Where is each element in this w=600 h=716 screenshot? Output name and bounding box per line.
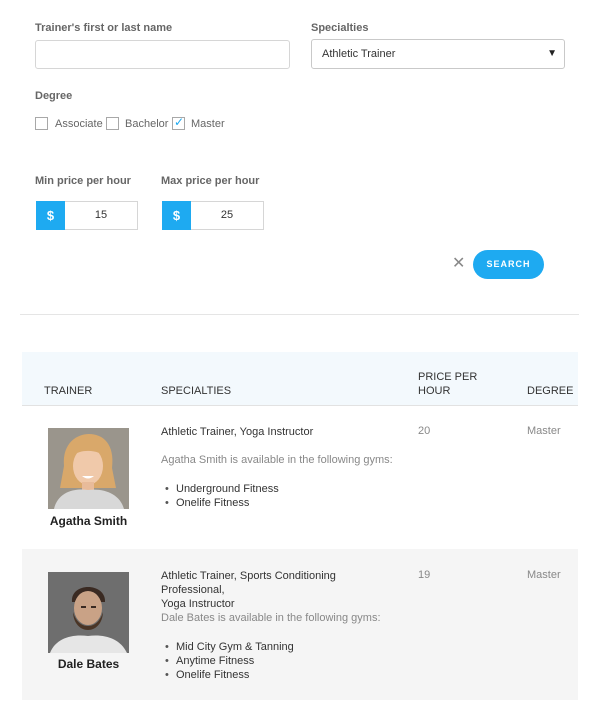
- table-row: Dale Bates Athletic Trainer, Sports Cond…: [22, 549, 578, 700]
- degree-label: Degree: [35, 90, 73, 102]
- trainer-specialties: Athletic Trainer, Sports Conditioning Pr…: [161, 570, 336, 610]
- header-trainer: TRAINER: [44, 385, 93, 397]
- list-item: Onelife Fitness: [165, 496, 279, 510]
- chevron-down-icon: ▼: [547, 48, 557, 59]
- list-item: Anytime Fitness: [165, 654, 294, 668]
- degree-value: Master: [527, 425, 561, 437]
- close-icon[interactable]: ✕: [452, 256, 465, 272]
- avatar: [48, 428, 129, 509]
- min-price-label: Min price per hour: [35, 175, 131, 187]
- degree-master-label: Master: [191, 118, 225, 130]
- trainer-name[interactable]: Dale Bates: [22, 657, 155, 671]
- trainer-specialties: Athletic Trainer, Yoga Instructor: [161, 426, 314, 438]
- gym-list: Mid City Gym & Tanning Anytime Fitness O…: [165, 640, 294, 682]
- min-price-value[interactable]: 15: [65, 202, 137, 229]
- availability-text: Dale Bates is available in the following…: [161, 612, 381, 624]
- specialties-select[interactable]: Athletic Trainer ▼: [311, 39, 565, 69]
- price-value: 19: [418, 569, 431, 581]
- availability-text: Agatha Smith is available in the followi…: [161, 454, 393, 466]
- specialties-label: Specialties: [311, 22, 369, 34]
- table-header: TRAINER SPECIALTIES PRICE PER HOUR DEGRE…: [22, 352, 578, 406]
- trainer-name-label: Trainer's first or last name: [35, 22, 173, 34]
- header-degree: DEGREE: [527, 385, 574, 397]
- list-item: Underground Fitness: [165, 482, 279, 496]
- specialties-selected-value: Athletic Trainer: [322, 48, 396, 60]
- search-button[interactable]: SEARCH: [473, 250, 544, 279]
- gym-list: Underground Fitness Onelife Fitness: [165, 482, 279, 510]
- trainer-name-input[interactable]: [35, 40, 290, 69]
- table-row: Agatha Smith Athletic Trainer, Yoga Inst…: [22, 407, 578, 549]
- degree-value: Master: [527, 569, 561, 581]
- degree-associate-checkbox[interactable]: [35, 117, 48, 130]
- header-specialties: SPECIALTIES: [161, 385, 232, 397]
- dollar-icon: $: [162, 201, 191, 230]
- list-item: Mid City Gym & Tanning: [165, 640, 294, 654]
- header-price: PRICE PER HOUR: [418, 371, 478, 397]
- min-price-field[interactable]: $ 15: [36, 201, 138, 230]
- dollar-icon: $: [36, 201, 65, 230]
- divider: [20, 314, 579, 315]
- degree-bachelor-label: Bachelor: [125, 118, 169, 130]
- degree-master-checkbox[interactable]: ✓: [172, 115, 185, 130]
- max-price-label: Max price per hour: [161, 175, 260, 187]
- checkmark-icon: ✓: [174, 115, 185, 129]
- results-table: TRAINER SPECIALTIES PRICE PER HOUR DEGRE…: [22, 352, 578, 700]
- degree-associate-label: Associate: [55, 118, 103, 130]
- trainer-name[interactable]: Agatha Smith: [22, 514, 155, 528]
- degree-bachelor-checkbox[interactable]: [106, 117, 119, 130]
- max-price-field[interactable]: $ 25: [162, 201, 264, 230]
- price-value: 20: [418, 425, 431, 437]
- avatar: [48, 572, 129, 653]
- list-item: Onelife Fitness: [165, 668, 294, 682]
- max-price-value[interactable]: 25: [191, 202, 263, 229]
